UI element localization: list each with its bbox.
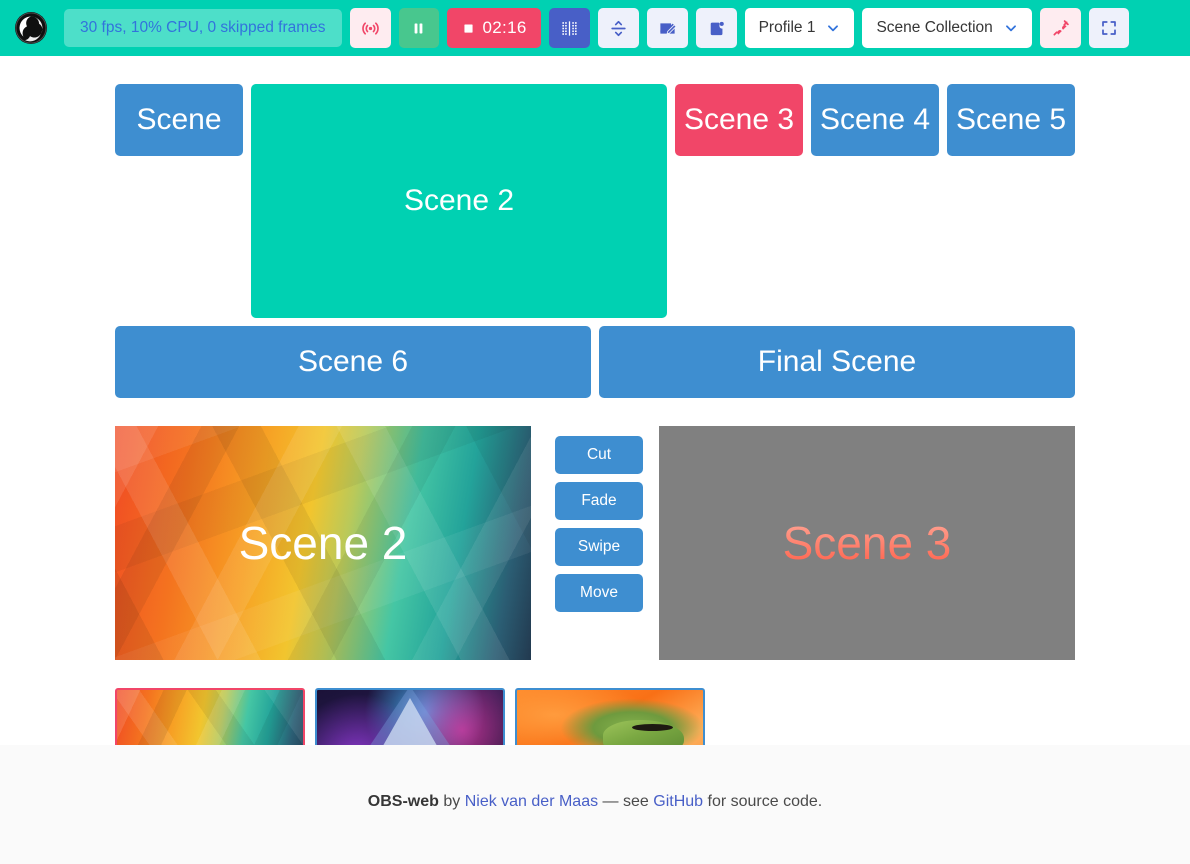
preview-row: Scene 2 Cut Fade Swipe Move Scene 3: [115, 426, 1075, 660]
footer-by: by: [443, 793, 460, 810]
chevron-down-icon: [826, 21, 840, 35]
preview-scene-title: Scene 2: [115, 426, 531, 660]
broadcast-icon: [361, 19, 380, 38]
studio-mode-button[interactable]: [549, 8, 590, 48]
pause-recording-button[interactable]: [399, 8, 439, 48]
status-label: 30 fps, 10% CPU, 0 skipped frames: [80, 19, 326, 37]
vertical-align-icon: [609, 19, 628, 38]
stop-icon: [461, 21, 476, 36]
source-item-abstract-wallpaper[interactable]: Abstract-Wallpaper-63-Go.jpg: [115, 688, 305, 745]
scene-row-2: Scene 6 Final Scene: [115, 326, 1075, 398]
mask-icon: [707, 19, 726, 38]
source-list: Abstract-Wallpaper-63-Go.jpg Space trian…: [115, 688, 1075, 745]
scene-button-scene-5[interactable]: Scene 5: [947, 84, 1075, 156]
footer-text: OBS-web by Niek van der Maas — see GitHu…: [368, 793, 822, 811]
top-toolbar: 30 fps, 10% CPU, 0 skipped frames 02:16: [0, 0, 1190, 56]
chevron-down-icon: [1004, 21, 1018, 35]
status-text: 30 fps, 10% CPU, 0 skipped frames: [64, 9, 342, 47]
profile-label: Profile 1: [759, 19, 816, 37]
source-thumbnail: [517, 690, 703, 745]
scene-collection-label: Scene Collection: [876, 19, 992, 37]
transition-swipe[interactable]: Swipe: [555, 528, 643, 566]
footer-dash: — see: [603, 793, 649, 810]
transition-fade[interactable]: Fade: [555, 482, 643, 520]
footer-app-name: OBS-web: [368, 793, 439, 810]
transition-move[interactable]: Move: [555, 574, 643, 612]
source-item-space-triangles[interactable]: Space triangles.jpg: [315, 688, 505, 745]
scene-button-scene[interactable]: Scene: [115, 84, 243, 156]
edit-scene-button[interactable]: [647, 8, 688, 48]
fullscreen-icon: [1100, 19, 1118, 37]
source-item-frog[interactable]: Frog: [515, 688, 705, 745]
scene-button-scene-2[interactable]: Scene 2: [251, 84, 667, 318]
pause-icon: [410, 20, 427, 37]
page-footer: OBS-web by Niek van der Maas — see GitHu…: [0, 745, 1190, 864]
scene-button-scene-3[interactable]: Scene 3: [675, 84, 803, 156]
profile-dropdown[interactable]: Profile 1: [745, 8, 855, 48]
scene-collection-dropdown[interactable]: Scene Collection: [862, 8, 1031, 48]
source-thumbnail: [117, 690, 303, 745]
footer-github-link[interactable]: GitHub: [653, 793, 703, 810]
scene-button-scene-6[interactable]: Scene 6: [115, 326, 591, 398]
obs-logo-icon[interactable]: [14, 11, 48, 45]
transition-buttons: Cut Fade Swipe Move: [531, 426, 659, 612]
fullscreen-button[interactable]: [1089, 8, 1129, 48]
mask-button[interactable]: [696, 8, 737, 48]
scene-button-final-scene[interactable]: Final Scene: [599, 326, 1075, 398]
studio-mode-icon: [560, 19, 579, 38]
edit-icon: [658, 19, 677, 38]
stop-recording-button[interactable]: 02:16: [447, 8, 541, 48]
program-scene-title: Scene 3: [659, 426, 1075, 660]
scene-button-scene-4[interactable]: Scene 4: [811, 84, 939, 156]
transition-cut[interactable]: Cut: [555, 436, 643, 474]
scene-row-1: Scene Scene 2 Scene 3 Scene 4 Scene 5: [115, 84, 1075, 318]
plug-disconnect-icon: [1051, 19, 1070, 38]
source-thumbnail: [317, 690, 503, 745]
preview-pane[interactable]: Scene 2: [115, 426, 531, 660]
program-pane[interactable]: Scene 3: [659, 426, 1075, 660]
footer-tail: for source code.: [708, 793, 823, 810]
transition-button[interactable]: [598, 8, 639, 48]
footer-author-link[interactable]: Niek van der Maas: [465, 793, 598, 810]
record-timer: 02:16: [483, 18, 527, 38]
main-content: Scene Scene 2 Scene 3 Scene 4 Scene 5 Sc…: [0, 56, 1190, 745]
start-stream-button[interactable]: [350, 8, 391, 48]
disconnect-button[interactable]: [1040, 8, 1081, 48]
